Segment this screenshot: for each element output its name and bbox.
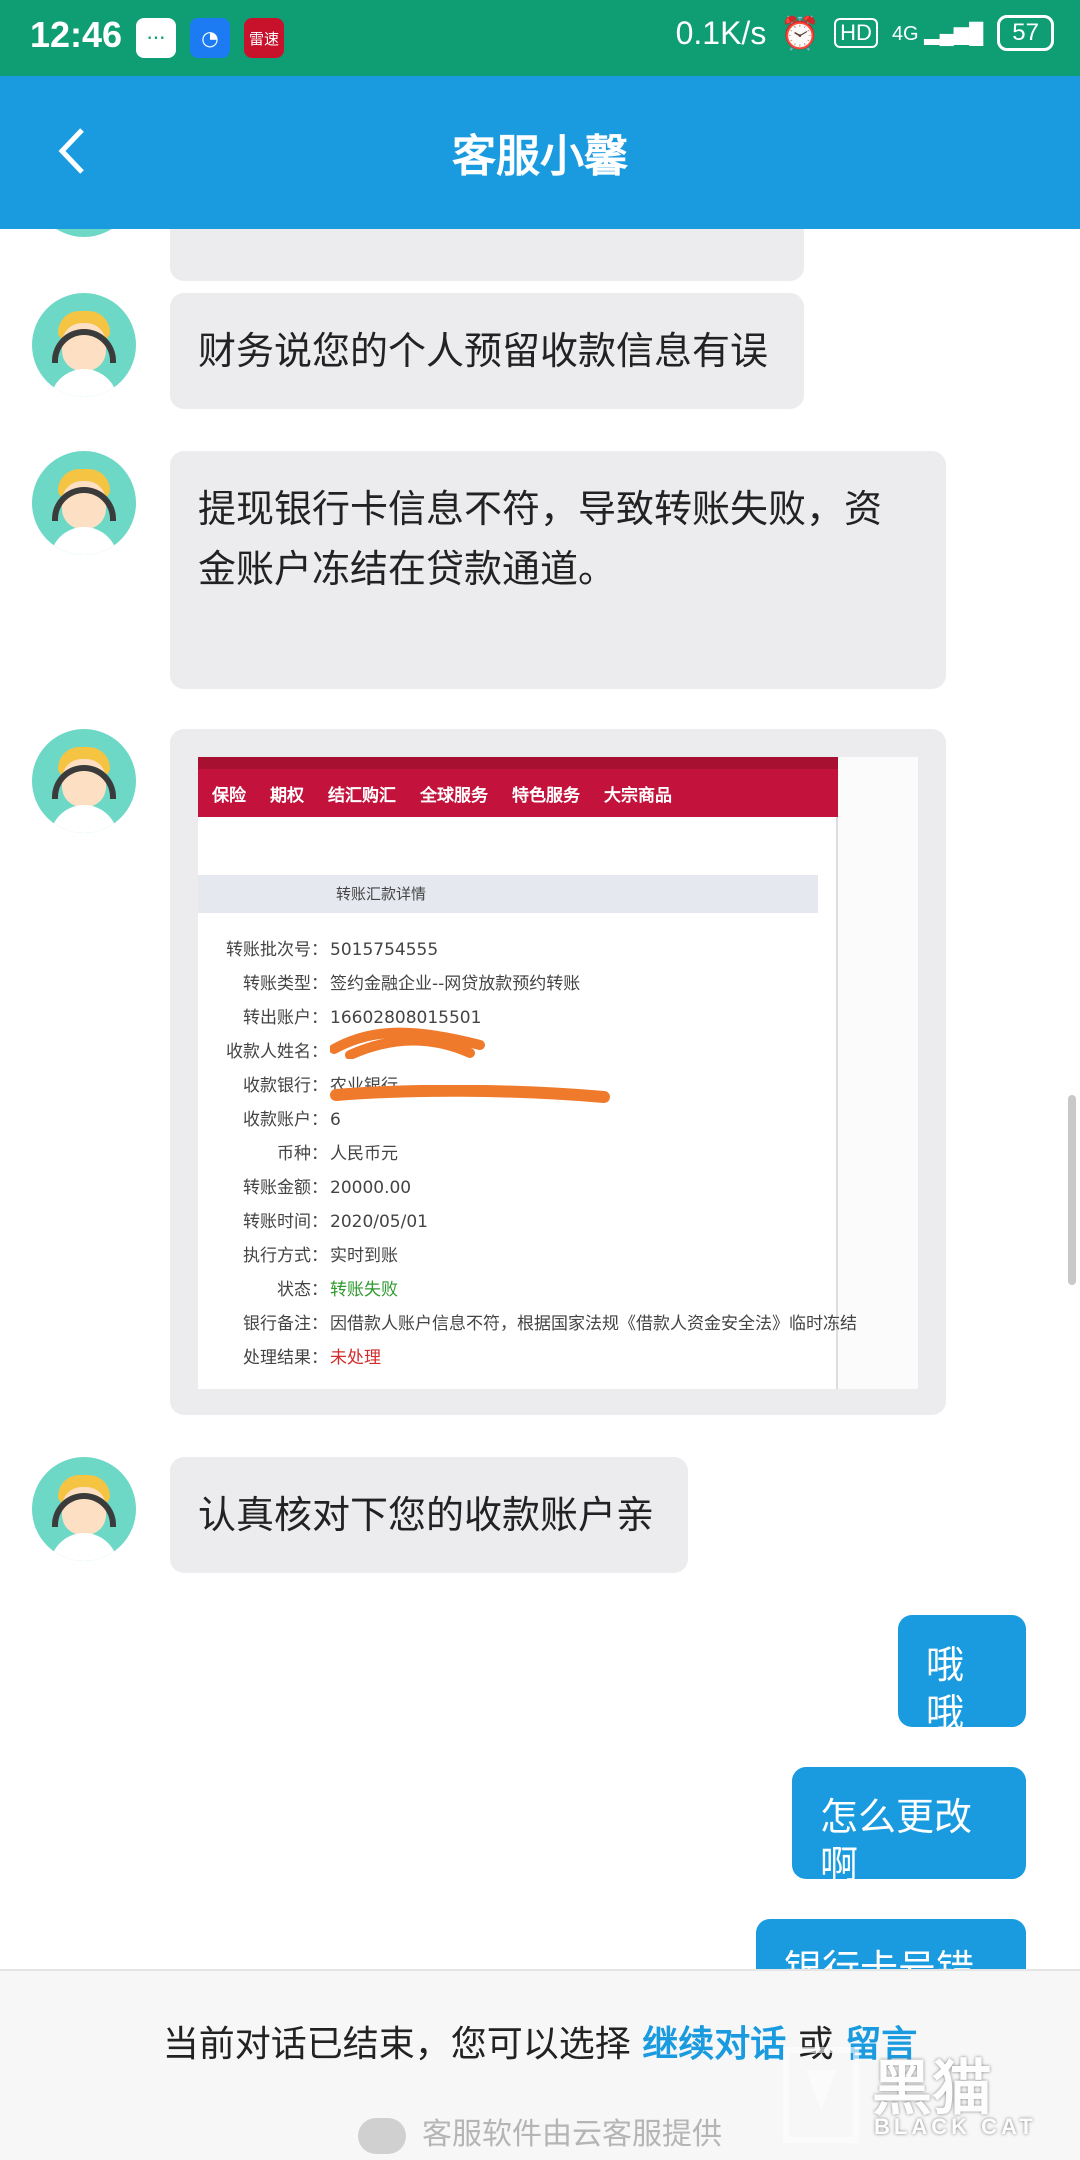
battery-icon: 57 <box>997 15 1054 51</box>
detail-value: 6 <box>330 1110 341 1130</box>
status-bar: 12:46 ··· ◔ 雷速 0.1K/s ⏰ HD 4G ▂▄▆█ 57 <box>0 0 1080 76</box>
status-notification-icons: ··· ◔ 雷速 <box>136 18 284 58</box>
redaction-scribble <box>330 1085 610 1103</box>
bank-nav: 保险 期权 结汇购汇 全球服务 特色服务 大宗商品 <box>198 769 838 817</box>
detail-value: 人民币元 <box>330 1144 398 1164</box>
detail-value-result: 未处理 <box>330 1348 381 1368</box>
detail-key: 币种： <box>277 1144 328 1164</box>
detail-key: 转出账户： <box>243 1008 328 1028</box>
agent-avatar <box>32 451 136 555</box>
status-time: 12:46 <box>30 14 123 55</box>
page-title: 客服小馨 <box>452 131 628 182</box>
agent-avatar <box>32 229 136 237</box>
detail-key: 处理结果： <box>243 1348 328 1368</box>
detail-value: 签约金融企业--网贷放款预约转账 <box>330 974 581 994</box>
message-bubble: 认真核对下您的收款账户亲 <box>170 1457 688 1573</box>
detail-key: 执行方式： <box>243 1246 328 1266</box>
app-notification-icon: 雷速 <box>244 18 284 58</box>
provider-text: 客服软件由云客服提供 <box>422 2117 722 2152</box>
user-message-bubble: 哦哦 <box>898 1615 1026 1735</box>
chat-ended-text: 当前对话已结束，您可以选择 <box>162 2024 631 2065</box>
scrollbar[interactable] <box>1068 1095 1076 1285</box>
app-notification-label: 雷速 <box>248 29 279 48</box>
watermark-sub: BLACK CAT <box>874 2114 1037 2139</box>
bank-nav-item: 特色服务 <box>512 785 580 806</box>
detail-value: 实时到账 <box>330 1246 398 1266</box>
signal-icon: 4G ▂▄▆█ <box>891 22 984 45</box>
panel-title: 转账汇款详情 <box>198 875 818 913</box>
redaction-scribble <box>330 1027 485 1059</box>
message-icon: ··· <box>136 18 176 58</box>
detail-key: 银行备注： <box>243 1314 328 1334</box>
alarm-icon: ⏰ <box>780 15 821 51</box>
network-speed: 0.1K/s <box>675 14 767 51</box>
black-cat-logo-icon <box>783 2047 859 2143</box>
detail-value: 2020/05/01 <box>330 1212 428 1232</box>
detail-value: 因借款人账户信息不符，根据国家法规《借款人资金安全法》临时冻结 <box>330 1314 857 1334</box>
bank-nav-item: 全球服务 <box>420 785 488 806</box>
cloud-icon <box>358 2117 406 2154</box>
bank-nav-item: 保险 <box>212 785 246 806</box>
bank-nav-item: 大宗商品 <box>604 785 672 806</box>
detail-key: 转账金额： <box>243 1178 328 1198</box>
hd-icon: HD <box>834 18 878 48</box>
bank-top-strip <box>198 757 838 769</box>
agent-avatar <box>32 293 136 397</box>
user-message-bubble: 银行卡号错了 <box>756 1919 1026 1969</box>
message-bubble-partial <box>170 229 804 281</box>
continue-chat-link[interactable]: 继续对话 <box>642 2024 786 2065</box>
user-message-bubble: 怎么更改啊 <box>792 1767 1026 1887</box>
detail-key: 收款账户： <box>243 1110 328 1130</box>
detail-key: 转账时间： <box>243 1212 328 1232</box>
detail-value-status: 转账失败 <box>330 1280 398 1300</box>
status-right: 0.1K/s ⏰ HD 4G ▂▄▆█ 57 <box>676 14 1054 52</box>
watermark: 黑猫 BLACK CAT <box>776 2040 1056 2150</box>
detail-value: 5015754555 <box>330 940 439 960</box>
message-bubble: 财务说您的个人预留收款信息有误 <box>170 293 804 409</box>
detail-key: 状态： <box>277 1280 328 1300</box>
detail-key: 转账批次号： <box>226 940 328 960</box>
bank-nav-item: 结汇购汇 <box>328 785 396 806</box>
detail-key: 转账类型： <box>243 974 328 994</box>
detail-key: 收款人姓名： <box>226 1042 328 1062</box>
app-header: 客服小馨 <box>0 76 1080 229</box>
transfer-detail-image: 保险 期权 结汇购汇 全球服务 特色服务 大宗商品 转账汇款详情 转账批次号： 5… <box>198 757 918 1389</box>
message-bubble: 提现银行卡信息不符，导致转账失败，资金账户冻结在贷款通道。 <box>170 451 946 689</box>
qq-icon: ◔ <box>190 18 230 58</box>
detail-key: 收款银行： <box>243 1076 328 1096</box>
detail-value: 20000.00 <box>330 1178 412 1198</box>
signal-label: 4G <box>891 22 919 45</box>
agent-avatar <box>32 1457 136 1561</box>
agent-avatar <box>32 729 136 833</box>
bank-nav-item: 期权 <box>270 785 304 806</box>
